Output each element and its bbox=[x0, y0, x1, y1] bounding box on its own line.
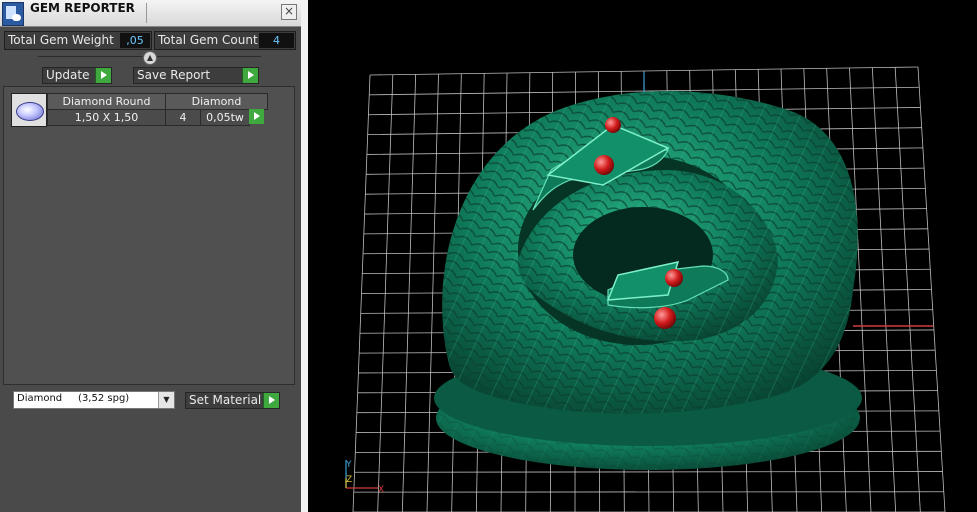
gem-reporter-icon bbox=[2, 2, 24, 26]
total-gem-weight-value: ,05 bbox=[120, 33, 150, 48]
collapse-icon[interactable]: ▲ bbox=[143, 51, 157, 65]
y-axis-label: Y bbox=[345, 460, 352, 470]
total-gem-weight-label: Total Gem Weight bbox=[8, 33, 114, 47]
x-axis-label: X bbox=[378, 485, 384, 495]
material-dropdown-value: Diamond (3,52 spg) bbox=[17, 393, 130, 404]
gem-row-action-button[interactable] bbox=[249, 109, 265, 124]
save-report-button[interactable]: Save Report bbox=[133, 67, 259, 84]
update-button-label: Update bbox=[46, 68, 90, 82]
snake-ring-model bbox=[434, 91, 862, 470]
title-separator bbox=[146, 3, 147, 23]
gem-count-cell: 4 bbox=[165, 109, 201, 126]
gem-size-cell: 1,50 X 1,50 bbox=[47, 109, 166, 126]
gem-list: Diamond Round Diamond 1,50 X 1,50 4 0,05… bbox=[3, 86, 295, 385]
gem-thumbnail bbox=[11, 93, 47, 127]
play-icon bbox=[263, 393, 279, 408]
chevron-down-icon[interactable]: ▼ bbox=[158, 392, 174, 408]
close-icon[interactable]: × bbox=[281, 4, 297, 20]
play-icon bbox=[249, 109, 264, 124]
set-material-button[interactable]: Set Material bbox=[185, 392, 280, 409]
total-gem-count-label: Total Gem Count bbox=[158, 33, 258, 47]
viewport-canvas: Y Z X bbox=[345, 66, 946, 512]
axis-gizmo: Y Z X bbox=[345, 460, 384, 495]
separator-left bbox=[38, 56, 142, 57]
material-dropdown[interactable]: Diamond (3,52 spg) ▼ bbox=[13, 391, 175, 409]
title-bar: GEM REPORTER × bbox=[0, 0, 301, 27]
3d-viewport[interactable]: Y Z X bbox=[308, 0, 977, 512]
grid-line bbox=[354, 471, 943, 473]
total-gem-count-value: 4 bbox=[259, 33, 294, 48]
z-axis-label: Z bbox=[346, 475, 352, 485]
set-material-button-label: Set Material bbox=[189, 393, 262, 407]
total-gem-weight-field: Total Gem Weight ,05 bbox=[4, 31, 152, 50]
gem-shape-cell: Diamond Round bbox=[47, 93, 166, 110]
panel-divider[interactable] bbox=[301, 0, 308, 512]
save-report-button-label: Save Report bbox=[137, 68, 211, 82]
play-icon bbox=[242, 68, 258, 83]
round-diamond-icon bbox=[16, 102, 44, 121]
play-icon bbox=[95, 68, 111, 83]
window-title: GEM REPORTER bbox=[30, 1, 135, 15]
total-gem-count-field: Total Gem Count 4 bbox=[154, 31, 296, 50]
gem-material-cell: Diamond bbox=[165, 93, 268, 110]
gem-weight-cell: 0,05tw bbox=[200, 109, 250, 126]
update-button[interactable]: Update bbox=[42, 67, 112, 84]
gem-reporter-panel: GEM REPORTER × Total Gem Weight ,05 Tota… bbox=[0, 0, 302, 512]
separator-right bbox=[157, 56, 261, 57]
